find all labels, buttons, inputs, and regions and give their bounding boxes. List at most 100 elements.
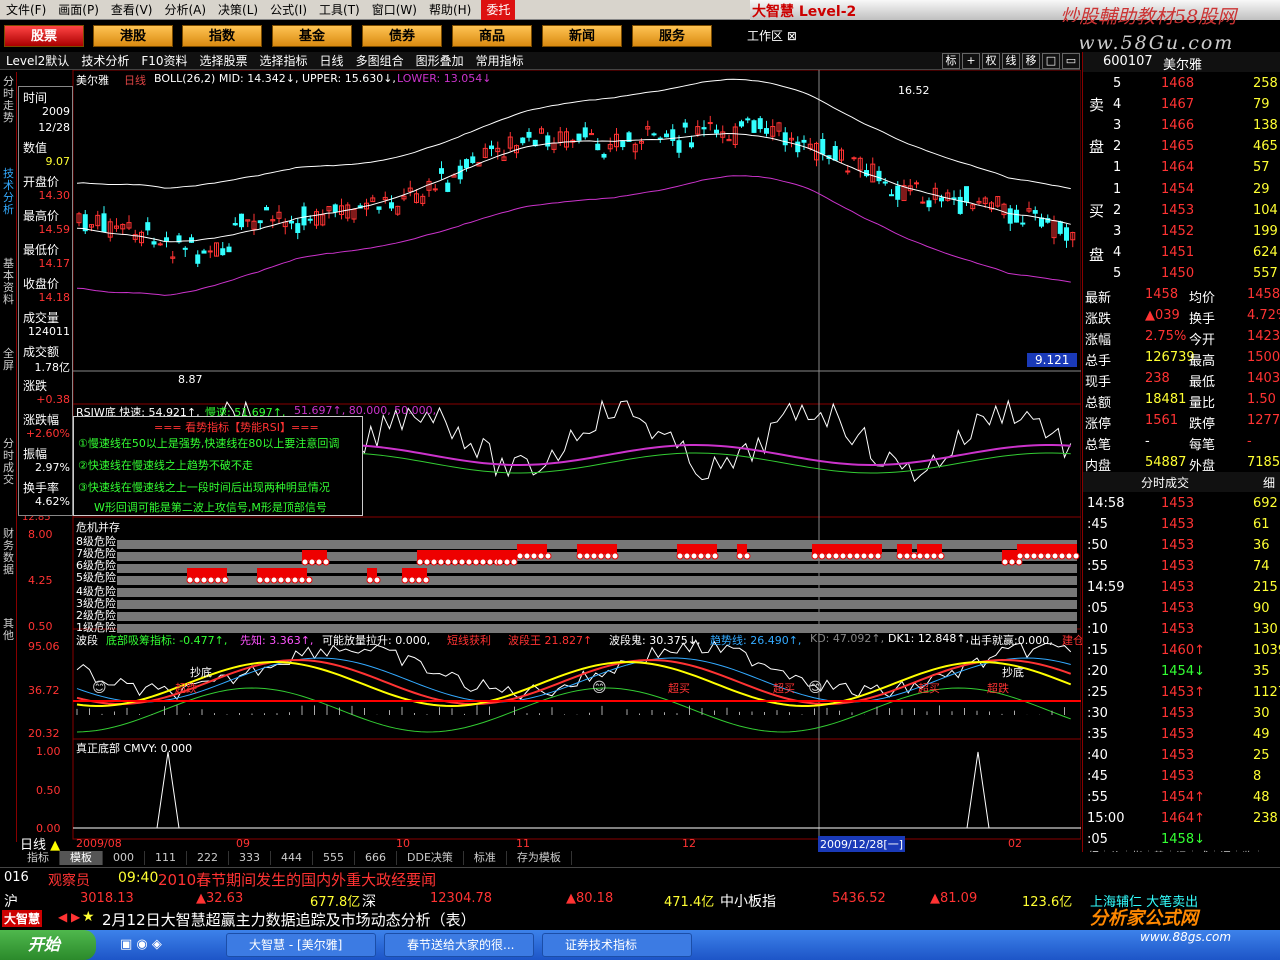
buy-row: 1 1454 29 (1083, 180, 1280, 200)
vtab-basic[interactable]: 基本资料 (1, 258, 16, 306)
toolbar-f10[interactable]: F10资料 (135, 52, 193, 69)
risk-signal-dot (416, 558, 424, 566)
sz-index: 12304.78 (430, 891, 493, 906)
nav-stocks[interactable]: 股票 (4, 25, 84, 47)
workarea-button[interactable]: 工作区 ⊠ (747, 27, 797, 44)
info-label-value: 数值 (23, 141, 48, 155)
toolbar-overlay[interactable]: 图形叠加 (410, 52, 470, 69)
candle-body (851, 157, 857, 160)
tab-standard[interactable]: 标准 (464, 851, 507, 865)
vtab-tech[interactable]: 技术分析 (1, 168, 16, 216)
trade-row-cell: 35 (1253, 664, 1270, 679)
tab-save-template[interactable]: 存为模板 (507, 851, 572, 865)
toolbar-tech[interactable]: 技术分析 (75, 52, 135, 69)
toolbar-level2[interactable]: Level2默认 (0, 52, 75, 69)
stat-row: 涨停 1561 跌停 1277 (1083, 411, 1280, 432)
close-icon[interactable]: ⊠ (787, 29, 797, 43)
vtab-intraday[interactable]: 分时走势 (1, 76, 16, 124)
vtab-finance[interactable]: 财务数据 (1, 528, 16, 576)
task-dzh[interactable]: 大智慧 - [美尔雅] (226, 933, 376, 957)
nav-commodity[interactable]: 商品 (452, 25, 532, 47)
sell-row-cell: 1467 (1161, 97, 1195, 112)
menu-decision[interactable]: 决策(L) (212, 0, 264, 20)
tab-indicator[interactable]: 指标 (17, 851, 60, 865)
nav-arrows-icon[interactable]: ◀ ▶ (58, 910, 80, 924)
trade-row: :40 1453 25 (1083, 746, 1280, 766)
info-value-change: +0.38 (36, 393, 70, 406)
trade-row-cell: :55 (1087, 790, 1108, 805)
xaxis-label-6: 02 (1008, 837, 1022, 850)
toolbar-select-indicator[interactable]: 选择指标 (254, 52, 314, 69)
nav-fund[interactable]: 基金 (272, 25, 352, 47)
tab-111[interactable]: 111 (145, 851, 187, 865)
nav-service[interactable]: 服务 (632, 25, 712, 47)
toolbar-common[interactable]: 常用指标 (470, 52, 530, 69)
news-ticker[interactable]: 016 观察员 09:40 2010春节期间发生的国内外重大政经要闻 (0, 867, 1280, 889)
sell-row: 2 1465 465 (1083, 137, 1280, 157)
news2-headline[interactable]: 2月12日大智慧超赢主力数据追踪及市场动态分析（表） (102, 909, 476, 930)
nav-hk[interactable]: 港股 (93, 25, 173, 47)
risk-signal-block (367, 568, 377, 578)
quicklaunch-icons[interactable]: ▣ ◉ ◈ (120, 937, 162, 952)
menu-help[interactable]: 帮助(H) (423, 0, 477, 20)
toolbar-mark[interactable]: 标 (942, 52, 960, 69)
window-icon[interactable]: □ (1042, 52, 1060, 69)
trades-detail-button[interactable]: 细 (1263, 474, 1275, 491)
tab-666[interactable]: 666 (355, 851, 397, 865)
menu-formula[interactable]: 公式(I) (264, 0, 313, 20)
wave-mark-5: 抄底 (1002, 666, 1024, 679)
plus-icon[interactable]: + (962, 52, 980, 69)
tab-template[interactable]: 模板 (60, 851, 103, 865)
tab-dde[interactable]: DDE决策 (397, 851, 464, 865)
tab-444[interactable]: 444 (271, 851, 313, 865)
vtab-trades[interactable]: 分时成交 (1, 438, 16, 486)
candle-body (220, 248, 226, 256)
news-ticker-2[interactable]: 大智慧 ◀ ▶ ★ 2月12日大智慧超赢主力数据追踪及市场动态分析（表） (0, 908, 1280, 930)
menu-tools[interactable]: 工具(T) (313, 0, 366, 20)
menu-file[interactable]: 文件(F) (0, 0, 52, 20)
tab-555[interactable]: 555 (313, 851, 355, 865)
stat-row: 最新 1458 均价 1458 (1083, 285, 1280, 306)
task-folder[interactable]: 证券技术指标 (542, 933, 692, 957)
tab-000[interactable]: 000 (103, 851, 145, 865)
risk-signal-dot (415, 576, 423, 584)
risk-signal-dot (583, 552, 591, 560)
menu-view[interactable]: 查看(V) (105, 0, 159, 20)
toolbar-right[interactable]: 权 (982, 52, 1000, 69)
candle-body (201, 250, 207, 254)
tab-333[interactable]: 333 (229, 851, 271, 865)
candle-body (957, 196, 963, 214)
candle-body (914, 182, 919, 185)
stat-row-cell: 1458 (1247, 287, 1280, 302)
risk-signal-block (577, 544, 617, 554)
tab-222[interactable]: 222 (187, 851, 229, 865)
risk-signal-dot (690, 552, 698, 560)
window-icon-2[interactable]: ▭ (1062, 52, 1080, 69)
vtab-other[interactable]: 其他 (1, 618, 16, 642)
nav-index[interactable]: 指数 (182, 25, 262, 47)
candle-body (939, 197, 944, 202)
menu-analysis[interactable]: 分析(A) (158, 0, 212, 20)
news-headline[interactable]: 2010春节期间发生的国内外重大政经要闻 (158, 869, 436, 890)
sell-row: 3 1466 138 (1083, 116, 1280, 136)
nav-news[interactable]: 新闻 (542, 25, 622, 47)
trade-row-cell: :10 (1087, 622, 1108, 637)
start-button[interactable]: 开始 (0, 930, 96, 960)
menu-window[interactable]: 窗口(W) (366, 0, 423, 20)
nav-bond[interactable]: 债券 (362, 25, 442, 47)
wave-item-10: 建仓 (1062, 634, 1084, 647)
sell-row: 5 1468 258 (1083, 74, 1280, 94)
wave-mark-3: 超买 (773, 682, 795, 695)
toolbar-daily[interactable]: 日线 (314, 52, 350, 69)
toolbar-select-stock[interactable]: 选择股票 (194, 52, 254, 69)
toolbar-move[interactable]: 移 (1022, 52, 1040, 69)
menu-trade[interactable]: 委托 (481, 0, 516, 20)
candle-body (332, 204, 338, 213)
vtab-fullscreen[interactable]: 全屏 (1, 348, 16, 372)
toolbar-multi[interactable]: 多图组合 (350, 52, 410, 69)
sell-row-cell: 258 (1253, 76, 1278, 91)
menu-screen[interactable]: 画面(P) (52, 0, 105, 20)
stat-row-cell: 总手 (1085, 354, 1112, 369)
task-ie[interactable]: 春节送给大家的很... (384, 933, 534, 957)
toolbar-line[interactable]: 线 (1002, 52, 1020, 69)
